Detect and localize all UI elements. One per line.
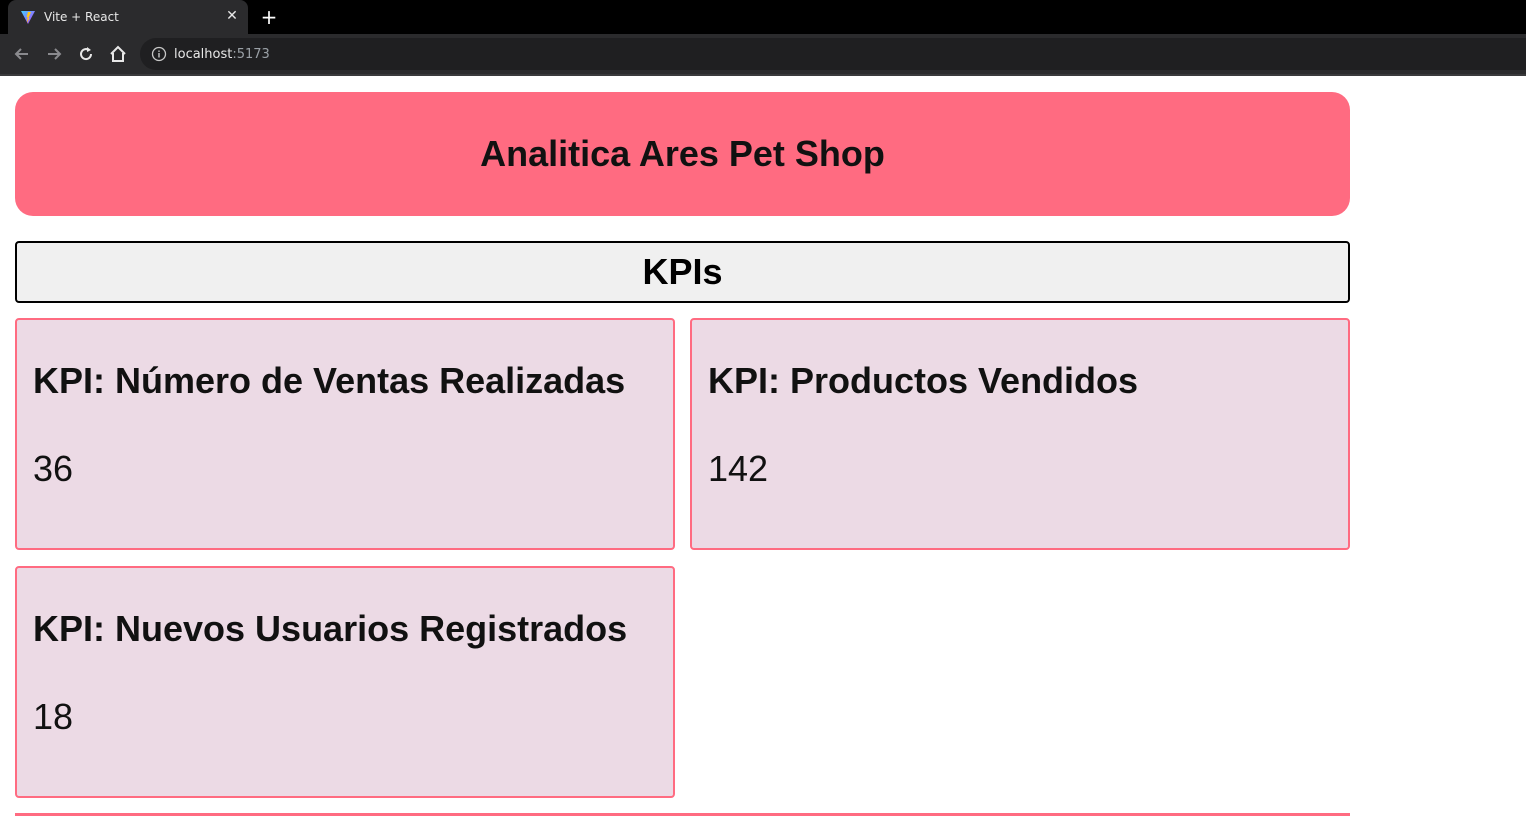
kpi-card-usuarios: KPI: Nuevos Usuarios Registrados 18	[15, 566, 675, 798]
info-icon[interactable]	[151, 46, 167, 62]
browser-tab[interactable]: Vite + React ✕	[8, 0, 248, 34]
kpi-card-label: KPI: Nuevos Usuarios Registrados	[33, 608, 628, 649]
kpi-card-productos: KPI: Productos Vendidos 142	[690, 318, 1350, 550]
tab-title: Vite + React	[44, 10, 119, 24]
plus-icon[interactable]: +	[258, 6, 280, 28]
kpi-card-label: KPI: Productos Vendidos	[708, 360, 1139, 401]
reload-icon[interactable]	[76, 44, 96, 64]
page-content: Analitica Ares Pet Shop KPIs KPI: Número…	[0, 77, 1526, 835]
url-host: localhost	[174, 47, 233, 62]
address-bar[interactable]: localhost:5173	[140, 38, 1526, 70]
kpi-card-label: KPI: Número de Ventas Realizadas	[33, 360, 626, 401]
forward-arrow-icon[interactable]	[44, 44, 64, 64]
header-banner: Analitica Ares Pet Shop	[15, 92, 1350, 216]
close-icon[interactable]: ✕	[224, 8, 240, 24]
address-url: localhost:5173	[174, 47, 270, 62]
kpi-card-value: 142	[708, 448, 769, 489]
kpi-card-value: 36	[33, 448, 74, 489]
page-title: Analitica Ares Pet Shop	[480, 133, 885, 174]
divider	[15, 813, 1350, 816]
browser-tab-bar: Vite + React ✕ +	[0, 0, 1526, 34]
home-icon[interactable]	[108, 44, 128, 64]
kpi-card-value: 18	[33, 696, 74, 737]
browser-toolbar: localhost:5173	[0, 34, 1526, 76]
kpi-section-header: KPIs	[15, 241, 1350, 303]
url-port: :5173	[232, 47, 270, 62]
kpi-card-ventas: KPI: Número de Ventas Realizadas 36	[15, 318, 675, 550]
kpi-section-title: KPIs	[642, 251, 723, 292]
vite-icon	[20, 9, 36, 25]
back-arrow-icon[interactable]	[12, 44, 32, 64]
